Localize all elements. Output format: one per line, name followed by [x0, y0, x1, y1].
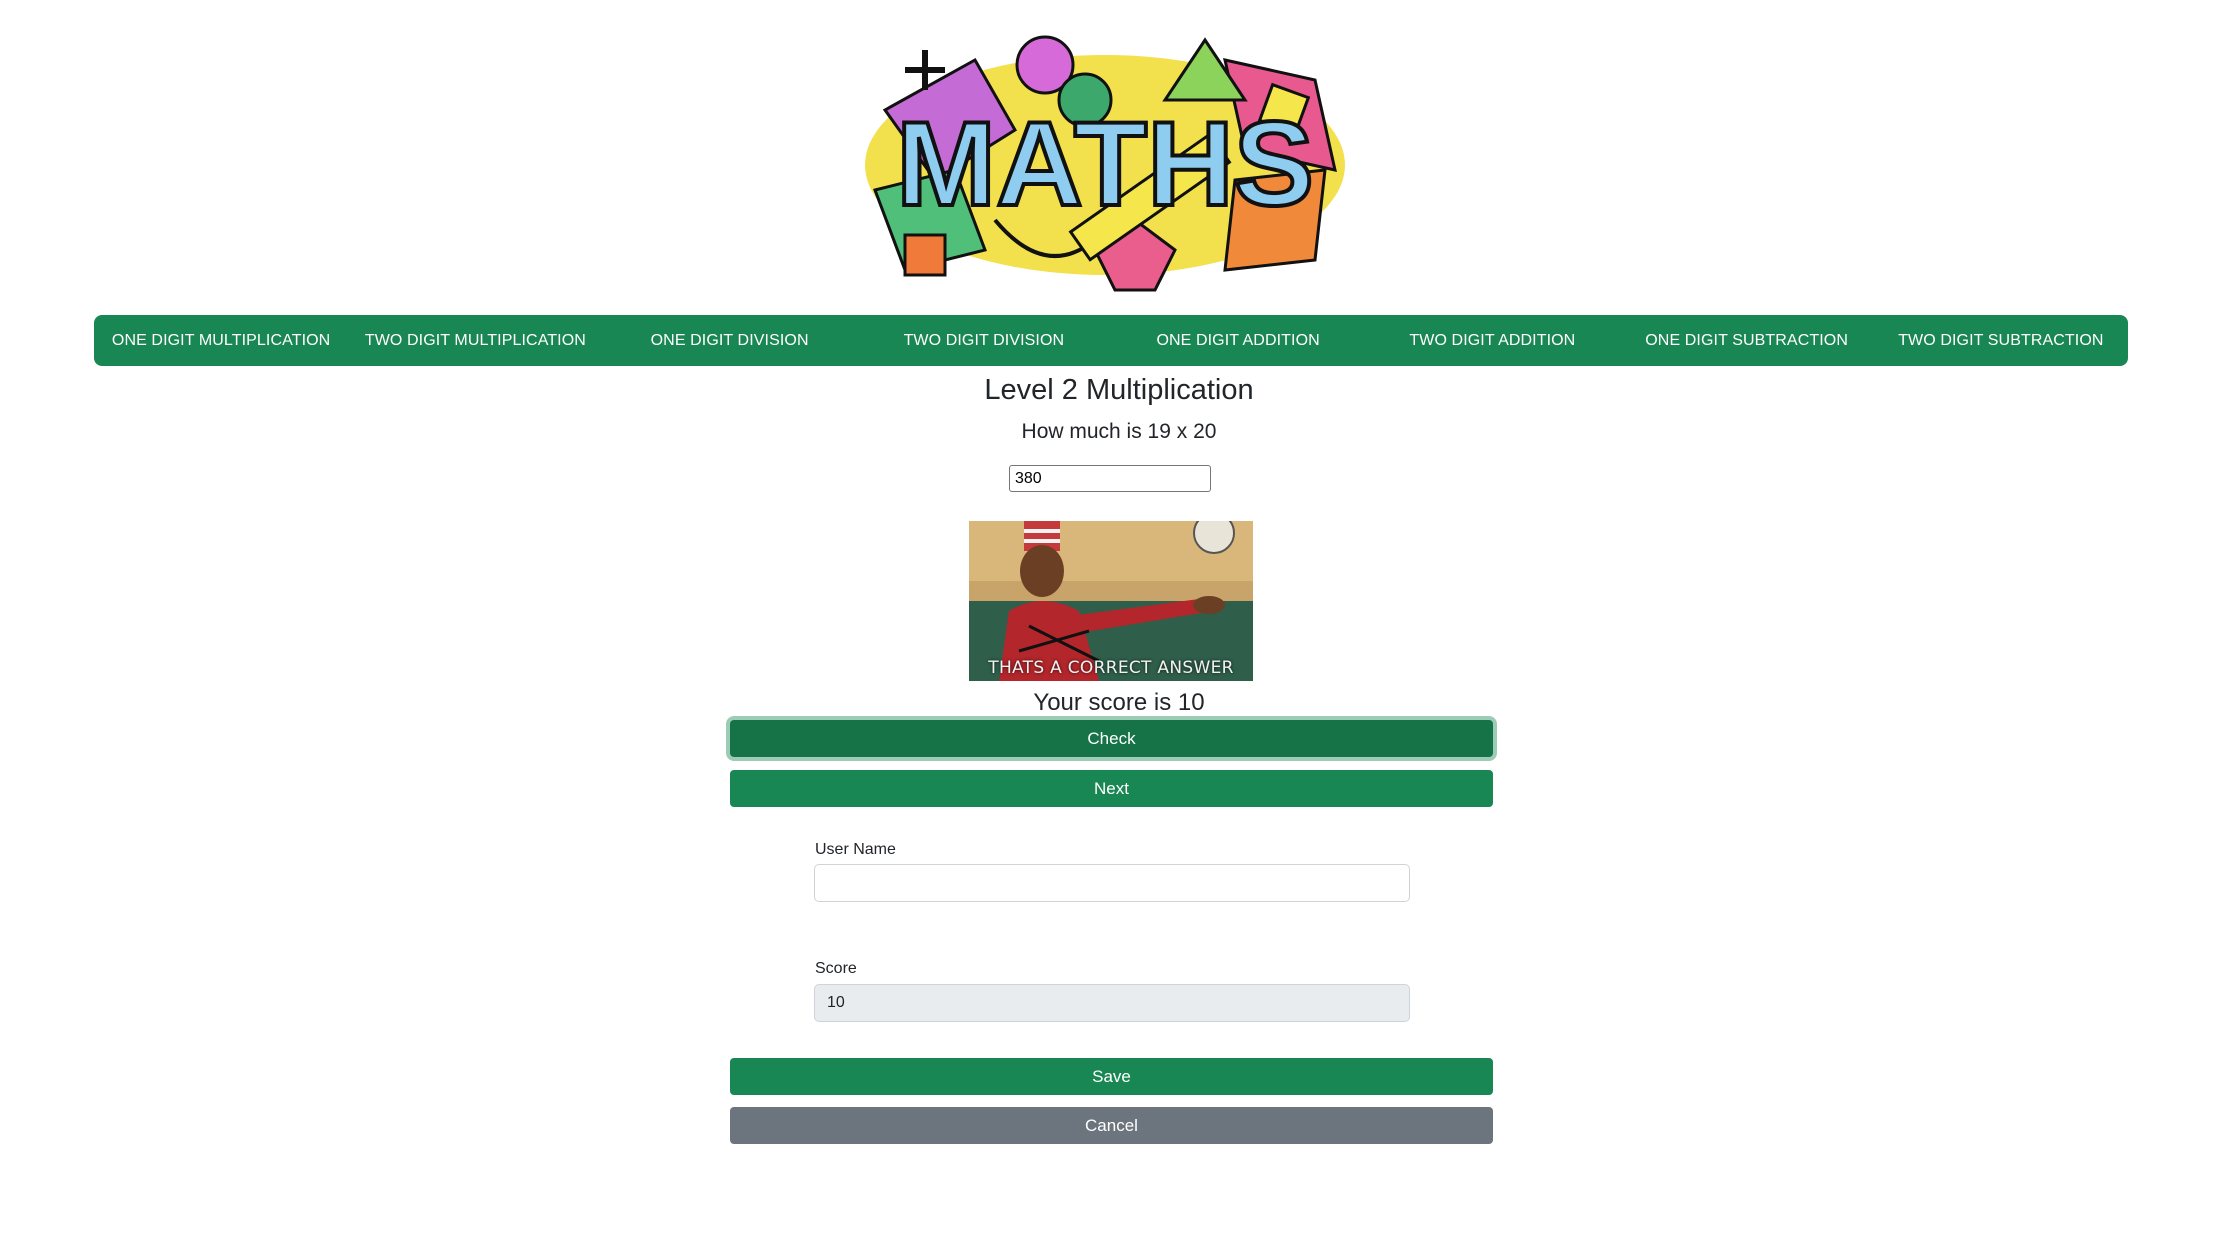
nav-one-digit-multiplication[interactable]: ONE DIGIT MULTIPLICATION	[94, 332, 348, 350]
user-name-input[interactable]	[814, 864, 1410, 902]
score-input	[814, 984, 1410, 1022]
answer-input[interactable]	[1009, 465, 1211, 492]
check-button[interactable]: Check	[730, 720, 1493, 757]
correct-answer-gif: THATS A CORRECT ANSWER	[969, 521, 1253, 681]
nav-two-digit-multiplication[interactable]: TWO DIGIT MULTIPLICATION	[348, 332, 602, 350]
nav-two-digit-division[interactable]: TWO DIGIT DIVISION	[857, 332, 1111, 350]
maths-logo: MATHS	[845, 20, 1365, 300]
question-text: How much is 19 x 20	[1021, 420, 1217, 443]
nav-two-digit-addition[interactable]: TWO DIGIT ADDITION	[1365, 332, 1619, 350]
nav-one-digit-subtraction[interactable]: ONE DIGIT SUBTRACTION	[1620, 332, 1874, 350]
gif-caption: THATS A CORRECT ANSWER	[988, 658, 1234, 678]
nav-one-digit-division[interactable]: ONE DIGIT DIVISION	[603, 332, 857, 350]
user-name-label: User Name	[815, 841, 896, 858]
nav-one-digit-addition[interactable]: ONE DIGIT ADDITION	[1111, 332, 1365, 350]
save-button[interactable]: Save	[730, 1058, 1493, 1095]
operations-navbar: ONE DIGIT MULTIPLICATION TWO DIGIT MULTI…	[94, 315, 2128, 366]
score-text: Your score is 10	[1033, 689, 1205, 716]
svg-text:MATHS: MATHS	[896, 97, 1314, 231]
nav-two-digit-subtraction[interactable]: TWO DIGIT SUBTRACTION	[1874, 332, 2128, 350]
level-title: Level 2 Multiplication	[984, 374, 1254, 406]
next-button[interactable]: Next	[730, 770, 1493, 807]
page: MATHS ONE DIGIT MULTIPLICATION TWO DIGIT…	[0, 0, 2238, 1260]
score-label: Score	[815, 960, 857, 977]
cancel-button[interactable]: Cancel	[730, 1107, 1493, 1144]
